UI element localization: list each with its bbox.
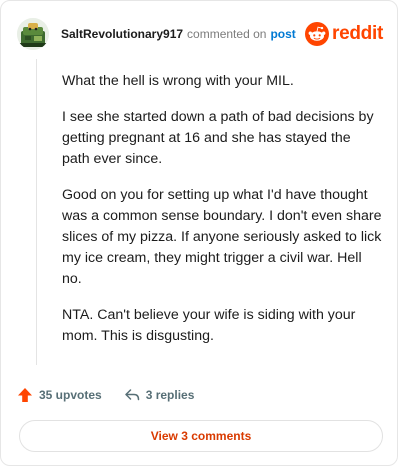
comment-body: What the hell is wrong with your MIL. I …	[62, 71, 382, 362]
reddit-wordmark: reddit	[332, 23, 383, 44]
upvote-arrow-icon	[18, 388, 32, 402]
comment-paragraph: I see she started down a path of bad dec…	[62, 109, 374, 167]
reply-arrow-icon	[124, 389, 139, 401]
reddit-brand[interactable]: reddit	[305, 22, 383, 46]
commented-on-text: commented on	[187, 27, 267, 41]
comment-byline: SaltRevolutionary917 commented on post	[61, 27, 296, 41]
replies-count: 3 replies	[145, 388, 195, 402]
reddit-logo-icon	[305, 22, 330, 46]
comment-actions: 35 upvotes 3 replies	[17, 385, 194, 405]
upvote-button[interactable]: 35 upvotes	[17, 387, 102, 403]
upvote-count: 35 upvotes	[39, 388, 102, 402]
avatar-snoo-icon	[17, 18, 49, 50]
comment-paragraph: What the hell is wrong with your MIL.	[62, 73, 294, 89]
comment-paragraph: NTA. Can't believe your wife is siding w…	[62, 307, 356, 344]
view-comments-button[interactable]: View 3 comments	[19, 420, 383, 452]
username[interactable]: SaltRevolutionary917	[61, 27, 183, 41]
post-link[interactable]: post	[270, 27, 295, 41]
comment-header: SaltRevolutionary917 commented on post red…	[17, 17, 383, 51]
thread-line	[36, 59, 37, 365]
user-avatar[interactable]	[17, 18, 49, 50]
replies-button[interactable]: 3 replies	[124, 387, 195, 403]
comment-paragraph: Good on you for setting up what I'd have…	[62, 187, 382, 287]
comment-card: SaltRevolutionary917 commented on post red…	[0, 0, 398, 466]
